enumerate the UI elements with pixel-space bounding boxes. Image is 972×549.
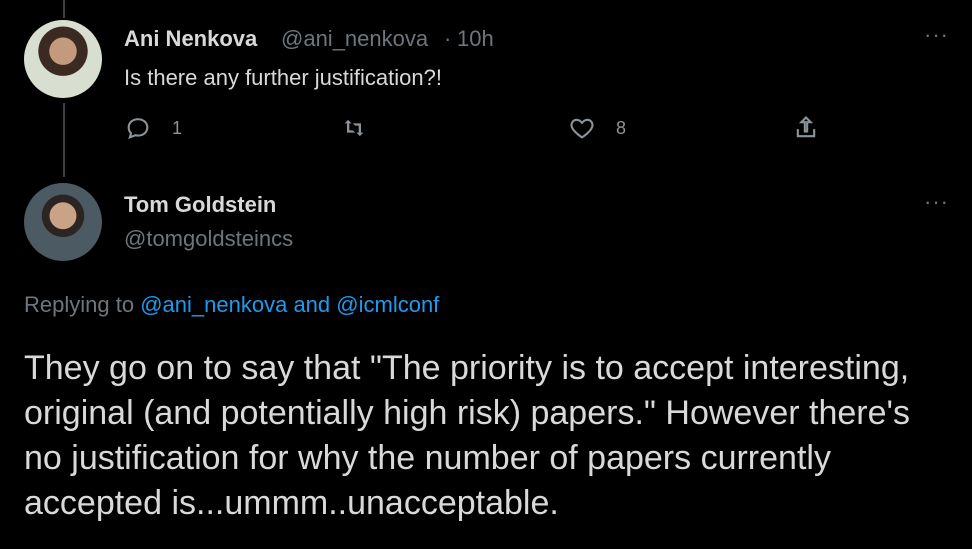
retweet-icon — [344, 119, 364, 137]
replying-and: and — [293, 292, 331, 317]
avatar-ani-nenkova[interactable] — [24, 20, 102, 98]
retweet-button[interactable] — [340, 114, 368, 142]
tweet-time[interactable]: 10h — [457, 26, 494, 52]
main-tweet-text: They go on to say that "The priority is … — [24, 349, 910, 522]
reply-count: 1 — [172, 117, 183, 138]
separator-dot: · — [444, 26, 452, 51]
like-count: 8 — [616, 117, 627, 138]
like-button[interactable]: 8 — [568, 114, 626, 142]
main-more-options-button[interactable]: ··· — [924, 189, 949, 215]
author-handle[interactable]: @ani_nenkova — [281, 26, 428, 52]
replying-user-link-2[interactable]: @icmlconf — [336, 292, 439, 317]
more-options-button[interactable]: ··· — [924, 22, 949, 48]
thread-line-connector — [63, 103, 65, 177]
main-author-handle[interactable]: @tomgoldsteincs — [124, 226, 293, 252]
author-name[interactable]: Ani Nenkova — [124, 26, 257, 52]
share-button[interactable] — [792, 114, 820, 142]
tweet-text-short: Is there any further justification?! — [124, 65, 442, 90]
thread-line-top — [63, 0, 65, 18]
replying-prefix: Replying to — [24, 292, 135, 317]
main-author-name[interactable]: Tom Goldstein — [124, 192, 276, 218]
avatar-tom-goldstein[interactable] — [24, 183, 102, 261]
heart-icon — [570, 118, 594, 139]
share-icon — [796, 116, 816, 138]
reply-button[interactable]: 1 — [124, 114, 182, 142]
replying-to-line: Replying to @ani_nenkova and @icmlconf — [24, 292, 439, 318]
replying-user-link-1[interactable]: @ani_nenkova — [140, 292, 287, 317]
reply-icon — [127, 118, 149, 140]
